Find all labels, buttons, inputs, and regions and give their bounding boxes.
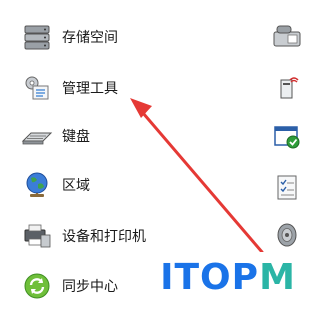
watermark-text-left: ITOP [160, 256, 260, 298]
devices-printers-icon [20, 219, 54, 253]
item-label: 存储空间 [62, 30, 118, 46]
watermark-text-right: M [259, 256, 296, 298]
item-label: 键盘 [62, 129, 90, 145]
item-region[interactable]: 区域 [20, 167, 220, 203]
sound-speaker-icon[interactable] [270, 218, 304, 252]
control-panel-grid: 存储空间 管理工具 键盘 区域 设备和打印机 同步中心 ITOP M [0, 0, 310, 310]
task-list-icon[interactable] [270, 170, 304, 204]
region-globe-icon [20, 168, 54, 202]
item-label: 同步中心 [62, 279, 118, 295]
item-administrative-tools[interactable]: 管理工具 [20, 70, 220, 106]
item-label: 设备和打印机 [62, 229, 146, 245]
administrative-tools-icon [20, 71, 54, 105]
storage-spaces-icon [20, 20, 54, 54]
phone-modem-icon[interactable] [270, 20, 304, 54]
item-keyboard[interactable]: 键盘 [20, 118, 220, 154]
item-devices-printers[interactable]: 设备和打印机 [20, 218, 220, 254]
security-maintenance-icon[interactable] [270, 120, 304, 154]
remote-app-icon[interactable] [270, 70, 304, 104]
watermark-logo: ITOP M [152, 252, 304, 302]
item-label: 管理工具 [62, 81, 118, 97]
keyboard-icon [20, 119, 54, 153]
sync-center-icon [20, 269, 54, 303]
item-label: 区域 [62, 178, 90, 194]
item-storage-spaces[interactable]: 存储空间 [20, 19, 220, 55]
